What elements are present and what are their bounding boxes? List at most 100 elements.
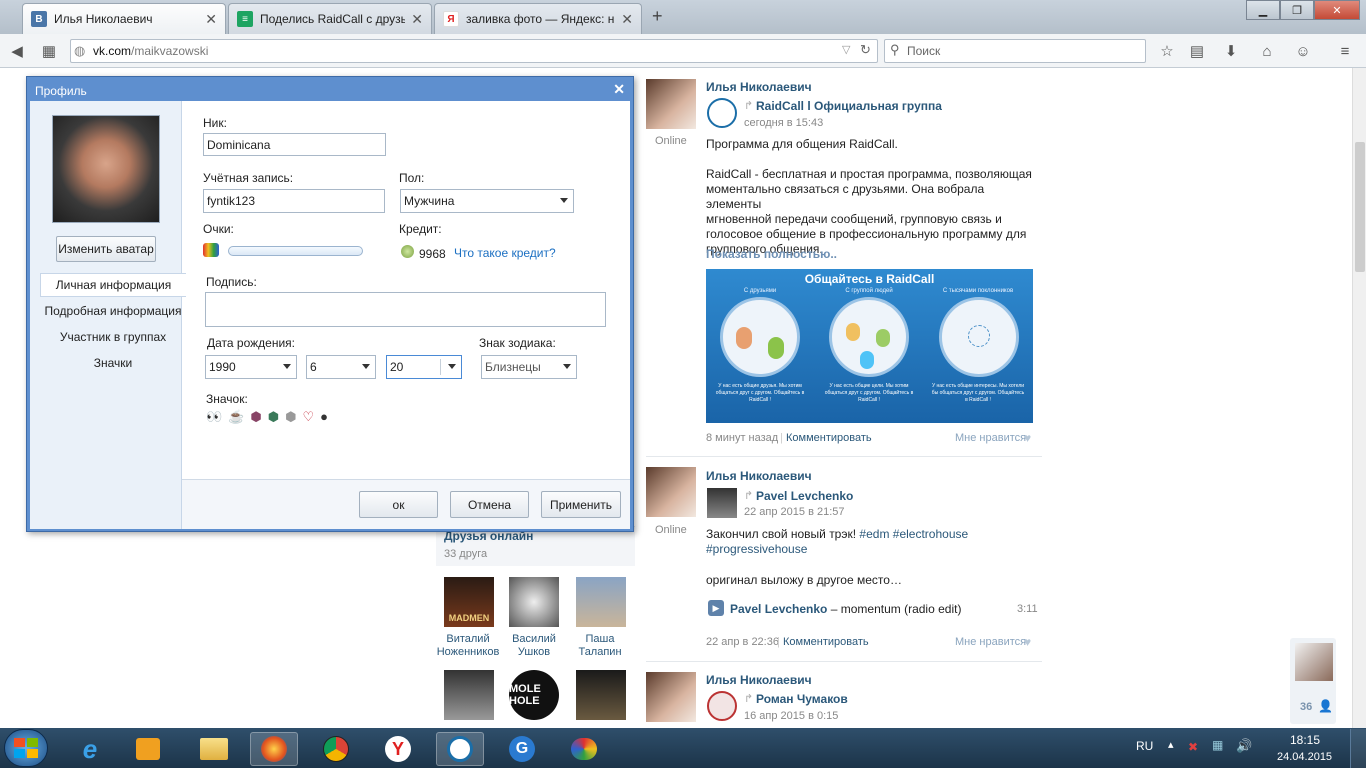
home-icon[interactable]: ⌂	[1256, 40, 1278, 62]
post-author[interactable]: Илья Николаевич	[706, 673, 812, 687]
like-button[interactable]: Мне нравится	[955, 636, 1026, 648]
smiley-icon[interactable]: ☺	[1292, 40, 1314, 62]
friend-avatar[interactable]	[509, 577, 559, 627]
tab-raidcall[interactable]: ≡ Поделись RaidCall с друзья… ✕	[228, 3, 432, 34]
window-close-button[interactable]: ✕	[1314, 0, 1360, 20]
scroll-thumb[interactable]	[1355, 142, 1365, 272]
repost-time[interactable]: 16 апр 2015 в 0:15	[744, 710, 838, 722]
friend-name[interactable]: Василий Ушков	[502, 633, 566, 659]
birth-day-select[interactable]: 20	[386, 355, 462, 379]
cup-badge-icon[interactable]: ☕	[228, 409, 244, 425]
post-author[interactable]: Илья Николаевич	[706, 469, 812, 483]
show-more-link[interactable]: Показать полностью..	[706, 247, 837, 261]
apply-button[interactable]: Применить	[541, 491, 621, 518]
side-counter[interactable]: 36	[1300, 701, 1312, 713]
download-icon[interactable]: ⬇	[1220, 40, 1242, 62]
like-button[interactable]: Мне нравится	[955, 432, 1026, 444]
maximize-button[interactable]: ❐	[1280, 0, 1314, 20]
show-desktop-button[interactable]	[1350, 729, 1366, 768]
chrome-icon[interactable]	[312, 732, 360, 766]
author-avatar[interactable]	[646, 79, 696, 129]
post-time[interactable]: 22 апр в 22:36	[706, 636, 779, 648]
tab-vk[interactable]: В Илья Николаевич ✕	[22, 3, 226, 34]
post-time[interactable]: 8 минут назад	[706, 432, 778, 444]
nav-personal-info[interactable]: Личная информация	[40, 273, 186, 297]
yandex-browser-icon[interactable]: Y	[374, 732, 422, 766]
friend-avatar[interactable]: MADMEN	[444, 577, 494, 627]
clock-date[interactable]: 24.04.2015	[1277, 751, 1332, 763]
comment-link[interactable]: Комментировать	[786, 432, 872, 444]
firefox-icon[interactable]	[250, 732, 298, 766]
back-arrow-icon[interactable]: ◀	[6, 40, 28, 62]
friend-name[interactable]: Паша Талапин	[568, 633, 632, 659]
post-author[interactable]: Илья Николаевич	[706, 80, 812, 94]
friend-first-name[interactable]: Виталий	[436, 633, 500, 646]
network-icon[interactable]: ▦	[1212, 738, 1223, 752]
gender-select[interactable]: Мужчина	[400, 189, 574, 213]
repost-time[interactable]: 22 апр 2015 в 21:57	[744, 506, 845, 518]
tray-arrow-icon[interactable]: ▴	[1168, 738, 1174, 751]
friend-name[interactable]: Виталий Ноженников	[436, 633, 500, 659]
bookmark-star-icon[interactable]: ☆	[1156, 40, 1178, 62]
hashtags[interactable]: #progressivehouse	[706, 542, 807, 557]
play-icon[interactable]: ▶	[708, 600, 724, 616]
clock-time[interactable]: 18:15	[1290, 733, 1320, 747]
author-avatar[interactable]	[646, 672, 696, 722]
raidcall-group-avatar[interactable]	[707, 98, 737, 128]
credit-info-link[interactable]: Что такое кредит?	[454, 246, 556, 260]
bomb-badge-icon[interactable]: ●	[320, 409, 328, 425]
friend-first-name[interactable]: Василий	[502, 633, 566, 646]
change-avatar-button[interactable]: Изменить аватар	[56, 236, 156, 262]
friend-first-name[interactable]: Паша	[568, 633, 632, 646]
address-bar[interactable]: vk.com/maikvazowski	[70, 39, 878, 63]
minimize-button[interactable]: ▁	[1246, 0, 1280, 20]
ok-button[interactable]: ок	[359, 491, 438, 518]
account-field[interactable]: fyntik123	[203, 189, 385, 213]
nav-detailed-info[interactable]: Подробная информация	[40, 299, 186, 323]
raidcall-banner[interactable]: Общайтесь в RaidCall С друзьями С группо…	[706, 269, 1033, 423]
birth-month-select[interactable]: 6	[306, 355, 376, 379]
comment-link[interactable]: Комментировать	[783, 636, 869, 648]
media-player-icon[interactable]	[124, 732, 172, 766]
audio-artist[interactable]: Pavel Levchenko	[730, 602, 827, 616]
side-avatar[interactable]	[1295, 643, 1333, 681]
repost-source[interactable]: Pavel Levchenko	[756, 489, 853, 503]
signature-field[interactable]	[205, 292, 606, 327]
heart-icon[interactable]: ♥	[1024, 635, 1031, 649]
reading-list-icon[interactable]: ▤	[1186, 40, 1208, 62]
friend-avatar[interactable]: MOLE HOLE	[509, 670, 559, 720]
close-icon[interactable]: ✕	[411, 11, 423, 28]
search-input[interactable]: Поиск	[884, 39, 1146, 63]
repost-avatar[interactable]	[707, 691, 737, 721]
friend-last-name[interactable]: Ушков	[502, 646, 566, 659]
author-avatar[interactable]	[646, 467, 696, 517]
close-icon[interactable]: ✕	[205, 11, 217, 28]
repost-avatar[interactable]	[707, 488, 737, 518]
page-scrollbar[interactable]	[1352, 68, 1366, 728]
dialog-close-icon[interactable]: ✕	[613, 81, 625, 98]
apps-icon[interactable]: ▦	[38, 40, 60, 62]
volume-icon[interactable]: 🔊	[1236, 738, 1252, 754]
friend-avatar[interactable]	[576, 670, 626, 720]
nav-groups[interactable]: Участник в группах	[40, 325, 186, 349]
nav-badges[interactable]: Значки	[40, 351, 186, 375]
reload-icon[interactable]: ↻	[860, 42, 871, 58]
dropdown-icon[interactable]: ▽	[842, 43, 850, 56]
cancel-button[interactable]: Отмена	[450, 491, 529, 518]
repost-source[interactable]: Роман Чумаков	[756, 692, 848, 706]
menu-icon[interactable]: ≡	[1334, 40, 1356, 62]
birth-year-select[interactable]: 1990	[205, 355, 297, 379]
paint-icon[interactable]	[560, 732, 608, 766]
new-tab-button[interactable]: +	[652, 6, 663, 27]
friend-last-name[interactable]: Ноженников	[436, 646, 500, 659]
repost-time[interactable]: сегодня в 15:43	[744, 117, 823, 129]
app-g-icon[interactable]: G	[498, 732, 546, 766]
nick-field[interactable]: Dominicana	[203, 133, 386, 156]
repost-source[interactable]: RaidCall l Официальная группа	[756, 99, 942, 113]
friend-last-name[interactable]: Талапин	[568, 646, 632, 659]
audio-track[interactable]: Pavel Levchenko – momentum (radio edit)	[730, 602, 961, 617]
close-icon[interactable]: ✕	[621, 11, 633, 28]
heart-badge-icon[interactable]: ♡	[302, 409, 314, 425]
friend-avatar[interactable]	[444, 670, 494, 720]
ie-icon[interactable]: e	[66, 732, 114, 766]
